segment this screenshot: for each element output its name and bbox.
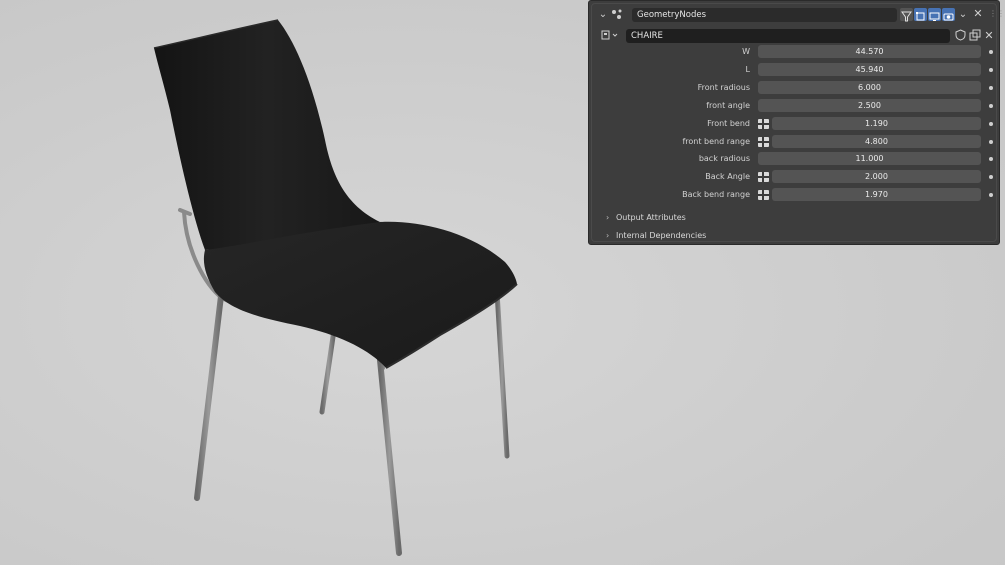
chevron-right-icon: › <box>606 213 610 222</box>
attribute-toggle-icon[interactable] <box>758 190 769 201</box>
property-label: front angle <box>706 100 750 110</box>
attribute-toggle-icon[interactable] <box>758 118 769 129</box>
property-row: front bend range 4.800 <box>596 134 1000 149</box>
modifier-name-field[interactable]: GeometryNodes <box>632 8 897 22</box>
number-field[interactable]: 6.000 <box>758 80 981 94</box>
modifier-panel: ⌄ GeometryNodes ⌄ ✕ ⋮⋮ CHAIRE ✕ W 44.570… <box>588 0 1005 245</box>
number-field[interactable]: 11.000 <box>758 152 981 166</box>
shield-icon[interactable] <box>954 29 966 46</box>
drag-handle-icon[interactable]: ⋮⋮ <box>989 7 1005 21</box>
keyframe-dot-icon[interactable] <box>989 157 993 162</box>
number-field[interactable]: 2.500 <box>758 98 981 112</box>
monitor-icon[interactable] <box>928 8 941 21</box>
number-field[interactable]: 44.570 <box>758 45 981 58</box>
keyframe-dot-icon[interactable] <box>989 67 993 72</box>
property-label: back radious <box>698 154 750 164</box>
property-row: Front radious 6.000 <box>596 80 1000 95</box>
subpanel-internal-dependencies[interactable]: › Internal Dependencies <box>606 229 906 243</box>
property-row: back radious 11.000 <box>596 152 1000 166</box>
property-label: W <box>742 47 750 56</box>
subpanel-label: Output Attributes <box>616 213 686 222</box>
keyframe-dot-icon[interactable] <box>989 85 993 90</box>
property-row: Back bend range 1.970 <box>596 188 1000 202</box>
number-field[interactable]: 4.800 <box>772 134 981 148</box>
edit-mode-icon[interactable] <box>914 8 927 21</box>
property-label: Front radious <box>697 82 750 92</box>
property-row: Front bend 1.190 <box>596 116 1000 131</box>
attribute-toggle-icon[interactable] <box>758 136 769 147</box>
property-row: Back Angle 2.000 <box>596 170 1000 184</box>
keyframe-dot-icon[interactable] <box>989 50 993 54</box>
chevron-down-icon[interactable]: ⌄ <box>598 8 608 22</box>
node-group-field[interactable]: CHAIRE <box>626 29 950 43</box>
property-row: L 45.940 <box>596 62 1000 77</box>
number-field[interactable]: 1.190 <box>772 116 981 130</box>
number-field[interactable]: 45.940 <box>758 62 981 76</box>
unlink-icon[interactable]: ✕ <box>983 29 995 43</box>
property-row: W 44.570 <box>596 45 1000 59</box>
attribute-toggle-icon[interactable] <box>758 172 769 183</box>
number-field[interactable]: 1.970 <box>772 188 981 202</box>
chevron-down-icon[interactable]: ⌄ <box>957 8 969 22</box>
modifier-header: ⌄ GeometryNodes ⌄ ✕ ⋮⋮ <box>596 7 1005 25</box>
property-label: L <box>745 64 750 74</box>
camera-icon[interactable] <box>942 8 955 21</box>
number-field[interactable]: 2.000 <box>772 170 981 184</box>
property-row: front angle 2.500 <box>596 98 1000 113</box>
chevron-right-icon: › <box>606 231 610 240</box>
property-label: front bend range <box>682 136 750 146</box>
property-label: Front bend <box>707 118 750 128</box>
property-label: Back Angle <box>705 172 750 182</box>
filter-icon[interactable] <box>900 8 913 22</box>
keyframe-dot-icon[interactable] <box>989 139 993 144</box>
subpanel-label: Internal Dependencies <box>616 231 707 240</box>
node-group-row: CHAIRE ✕ <box>600 29 1000 43</box>
close-icon[interactable]: ✕ <box>972 7 984 21</box>
modifier-panel-body: ⌄ GeometryNodes ⌄ ✕ ⋮⋮ CHAIRE ✕ W 44.570… <box>591 3 1005 243</box>
geometry-nodes-icon <box>610 8 624 25</box>
keyframe-dot-icon[interactable] <box>989 193 993 198</box>
keyframe-dot-icon[interactable] <box>989 121 993 126</box>
duplicate-icon[interactable] <box>969 29 981 46</box>
node-tree-icon[interactable] <box>600 29 622 46</box>
subpanel-output-attributes[interactable]: › Output Attributes <box>606 211 906 225</box>
keyframe-dot-icon[interactable] <box>989 103 993 108</box>
keyframe-dot-icon[interactable] <box>989 175 993 180</box>
property-label: Back bend range <box>682 190 750 200</box>
